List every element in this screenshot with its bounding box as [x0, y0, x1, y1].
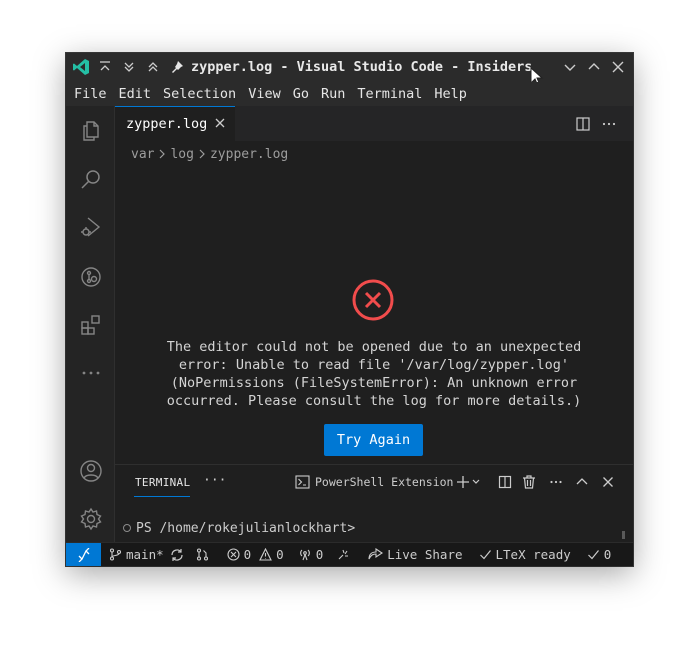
ports-count: 0: [315, 547, 324, 562]
sync-icon[interactable]: [170, 548, 188, 562]
chevron-right-icon: [197, 148, 207, 160]
maximize-panel-icon[interactable]: [573, 473, 591, 491]
active-tab-indicator: [134, 496, 190, 497]
remote-indicator[interactable]: [66, 543, 101, 566]
ltex-label: LTeX ready: [495, 547, 571, 562]
menu-view[interactable]: View: [244, 86, 285, 102]
error-icon: [351, 278, 395, 322]
settings-gear-icon[interactable]: [78, 506, 103, 531]
check-icon: [587, 550, 599, 560]
tab-label: zypper.log: [126, 116, 208, 132]
tab-terminal[interactable]: TERMINAL: [135, 476, 190, 489]
panel-more-actions-icon[interactable]: [547, 473, 565, 491]
menu-file[interactable]: File: [70, 86, 111, 102]
kill-terminal-trash-icon[interactable]: [520, 473, 538, 491]
checks-count: 0: [603, 547, 612, 562]
live-share-icon: [368, 548, 384, 560]
split-terminal-icon[interactable]: [496, 473, 514, 491]
panel-more-icon[interactable]: ···: [203, 473, 226, 488]
terminal-selector[interactable]: PowerShell Extension: [295, 475, 453, 489]
warning-icon: [259, 548, 273, 561]
try-again-button[interactable]: Try Again: [324, 424, 423, 456]
git-branch[interactable]: main*: [109, 547, 164, 562]
status-bar: main* 0 0 0 Live Share LTeX ready 0: [66, 542, 633, 566]
ports-indicator[interactable]: 0: [298, 547, 324, 562]
command-decoration-icon: [123, 523, 131, 532]
terminal-icon: [295, 475, 310, 489]
explorer-icon[interactable]: [78, 118, 103, 143]
vscode-window: zypper.log - Visual Studio Code - Inside…: [66, 53, 633, 566]
split-editor-icon[interactable]: [574, 115, 592, 133]
keep-below-icon[interactable]: [120, 58, 138, 76]
extensions-icon[interactable]: [78, 312, 103, 337]
remote-icon: [77, 547, 91, 562]
activity-bar: [66, 106, 115, 542]
terminal-name: PowerShell Extension: [315, 475, 454, 489]
checks-indicator[interactable]: 0: [587, 547, 612, 562]
remote-explorer-icon[interactable]: [78, 264, 103, 289]
menu-run[interactable]: Run: [317, 86, 349, 102]
window-title: zypper.log - Visual Studio Code - Inside…: [191, 59, 533, 75]
breadcrumb: var log zypper.log: [131, 143, 288, 165]
terminal-panel: TERMINAL ··· PowerShell Extension PS /ho…: [115, 464, 633, 543]
live-share[interactable]: Live Share: [368, 547, 463, 562]
editor-tabs: zypper.log: [115, 106, 633, 141]
title-bar: zypper.log - Visual Studio Code - Inside…: [66, 53, 633, 87]
more-views-icon[interactable]: [78, 360, 103, 385]
branch-name: main*: [126, 547, 164, 562]
terminal-prompt-line[interactable]: PS /home/rokejulianlockhart>: [123, 521, 355, 536]
error-message: The editor could not be opened due to an…: [166, 339, 582, 409]
error-count: 0: [243, 547, 252, 562]
menu-go[interactable]: Go: [289, 86, 313, 102]
shade-icon[interactable]: [144, 58, 162, 76]
terminal-prompt: PS /home/rokejulianlockhart>: [136, 521, 356, 536]
menu-edit[interactable]: Edit: [115, 86, 156, 102]
error-count-icon: [227, 548, 240, 561]
terminal-scrollbar[interactable]: [622, 531, 625, 539]
minimize-icon[interactable]: [561, 58, 579, 76]
run-debug-icon[interactable]: [78, 214, 103, 239]
close-panel-icon[interactable]: [599, 473, 617, 491]
pull-request-icon[interactable]: [196, 548, 213, 561]
terminal-dropdown-chevron-icon[interactable]: [470, 473, 482, 491]
menu-bar: File Edit Selection View Go Run Terminal…: [66, 82, 633, 106]
breadcrumb-item-var[interactable]: var: [131, 147, 154, 162]
ltex-status[interactable]: LTeX ready: [479, 547, 571, 562]
search-icon[interactable]: [78, 166, 103, 191]
menu-terminal[interactable]: Terminal: [353, 86, 426, 102]
feedback-icon[interactable]: [337, 548, 354, 561]
pin-icon[interactable]: [168, 58, 186, 76]
keep-above-icon[interactable]: [96, 58, 114, 76]
more-actions-icon[interactable]: [600, 115, 618, 133]
git-branch-icon: [109, 548, 122, 561]
tab-zypper-log[interactable]: zypper.log: [115, 106, 235, 141]
menu-selection[interactable]: Selection: [159, 86, 240, 102]
broadcast-icon: [299, 549, 310, 561]
maximize-icon[interactable]: [585, 58, 603, 76]
breadcrumb-item-file[interactable]: zypper.log: [210, 147, 288, 162]
warning-count: 0: [276, 547, 284, 562]
menu-help[interactable]: Help: [430, 86, 471, 102]
live-share-label: Live Share: [387, 547, 463, 562]
tab-close-icon[interactable]: [213, 116, 227, 130]
problems-indicator[interactable]: 0 0: [227, 547, 284, 562]
chevron-right-icon: [157, 148, 167, 160]
accounts-icon[interactable]: [78, 458, 103, 483]
check-icon: [479, 550, 491, 560]
breadcrumb-item-log[interactable]: log: [170, 147, 193, 162]
close-window-icon[interactable]: [609, 58, 627, 76]
vscode-insiders-logo-icon: [72, 58, 90, 76]
